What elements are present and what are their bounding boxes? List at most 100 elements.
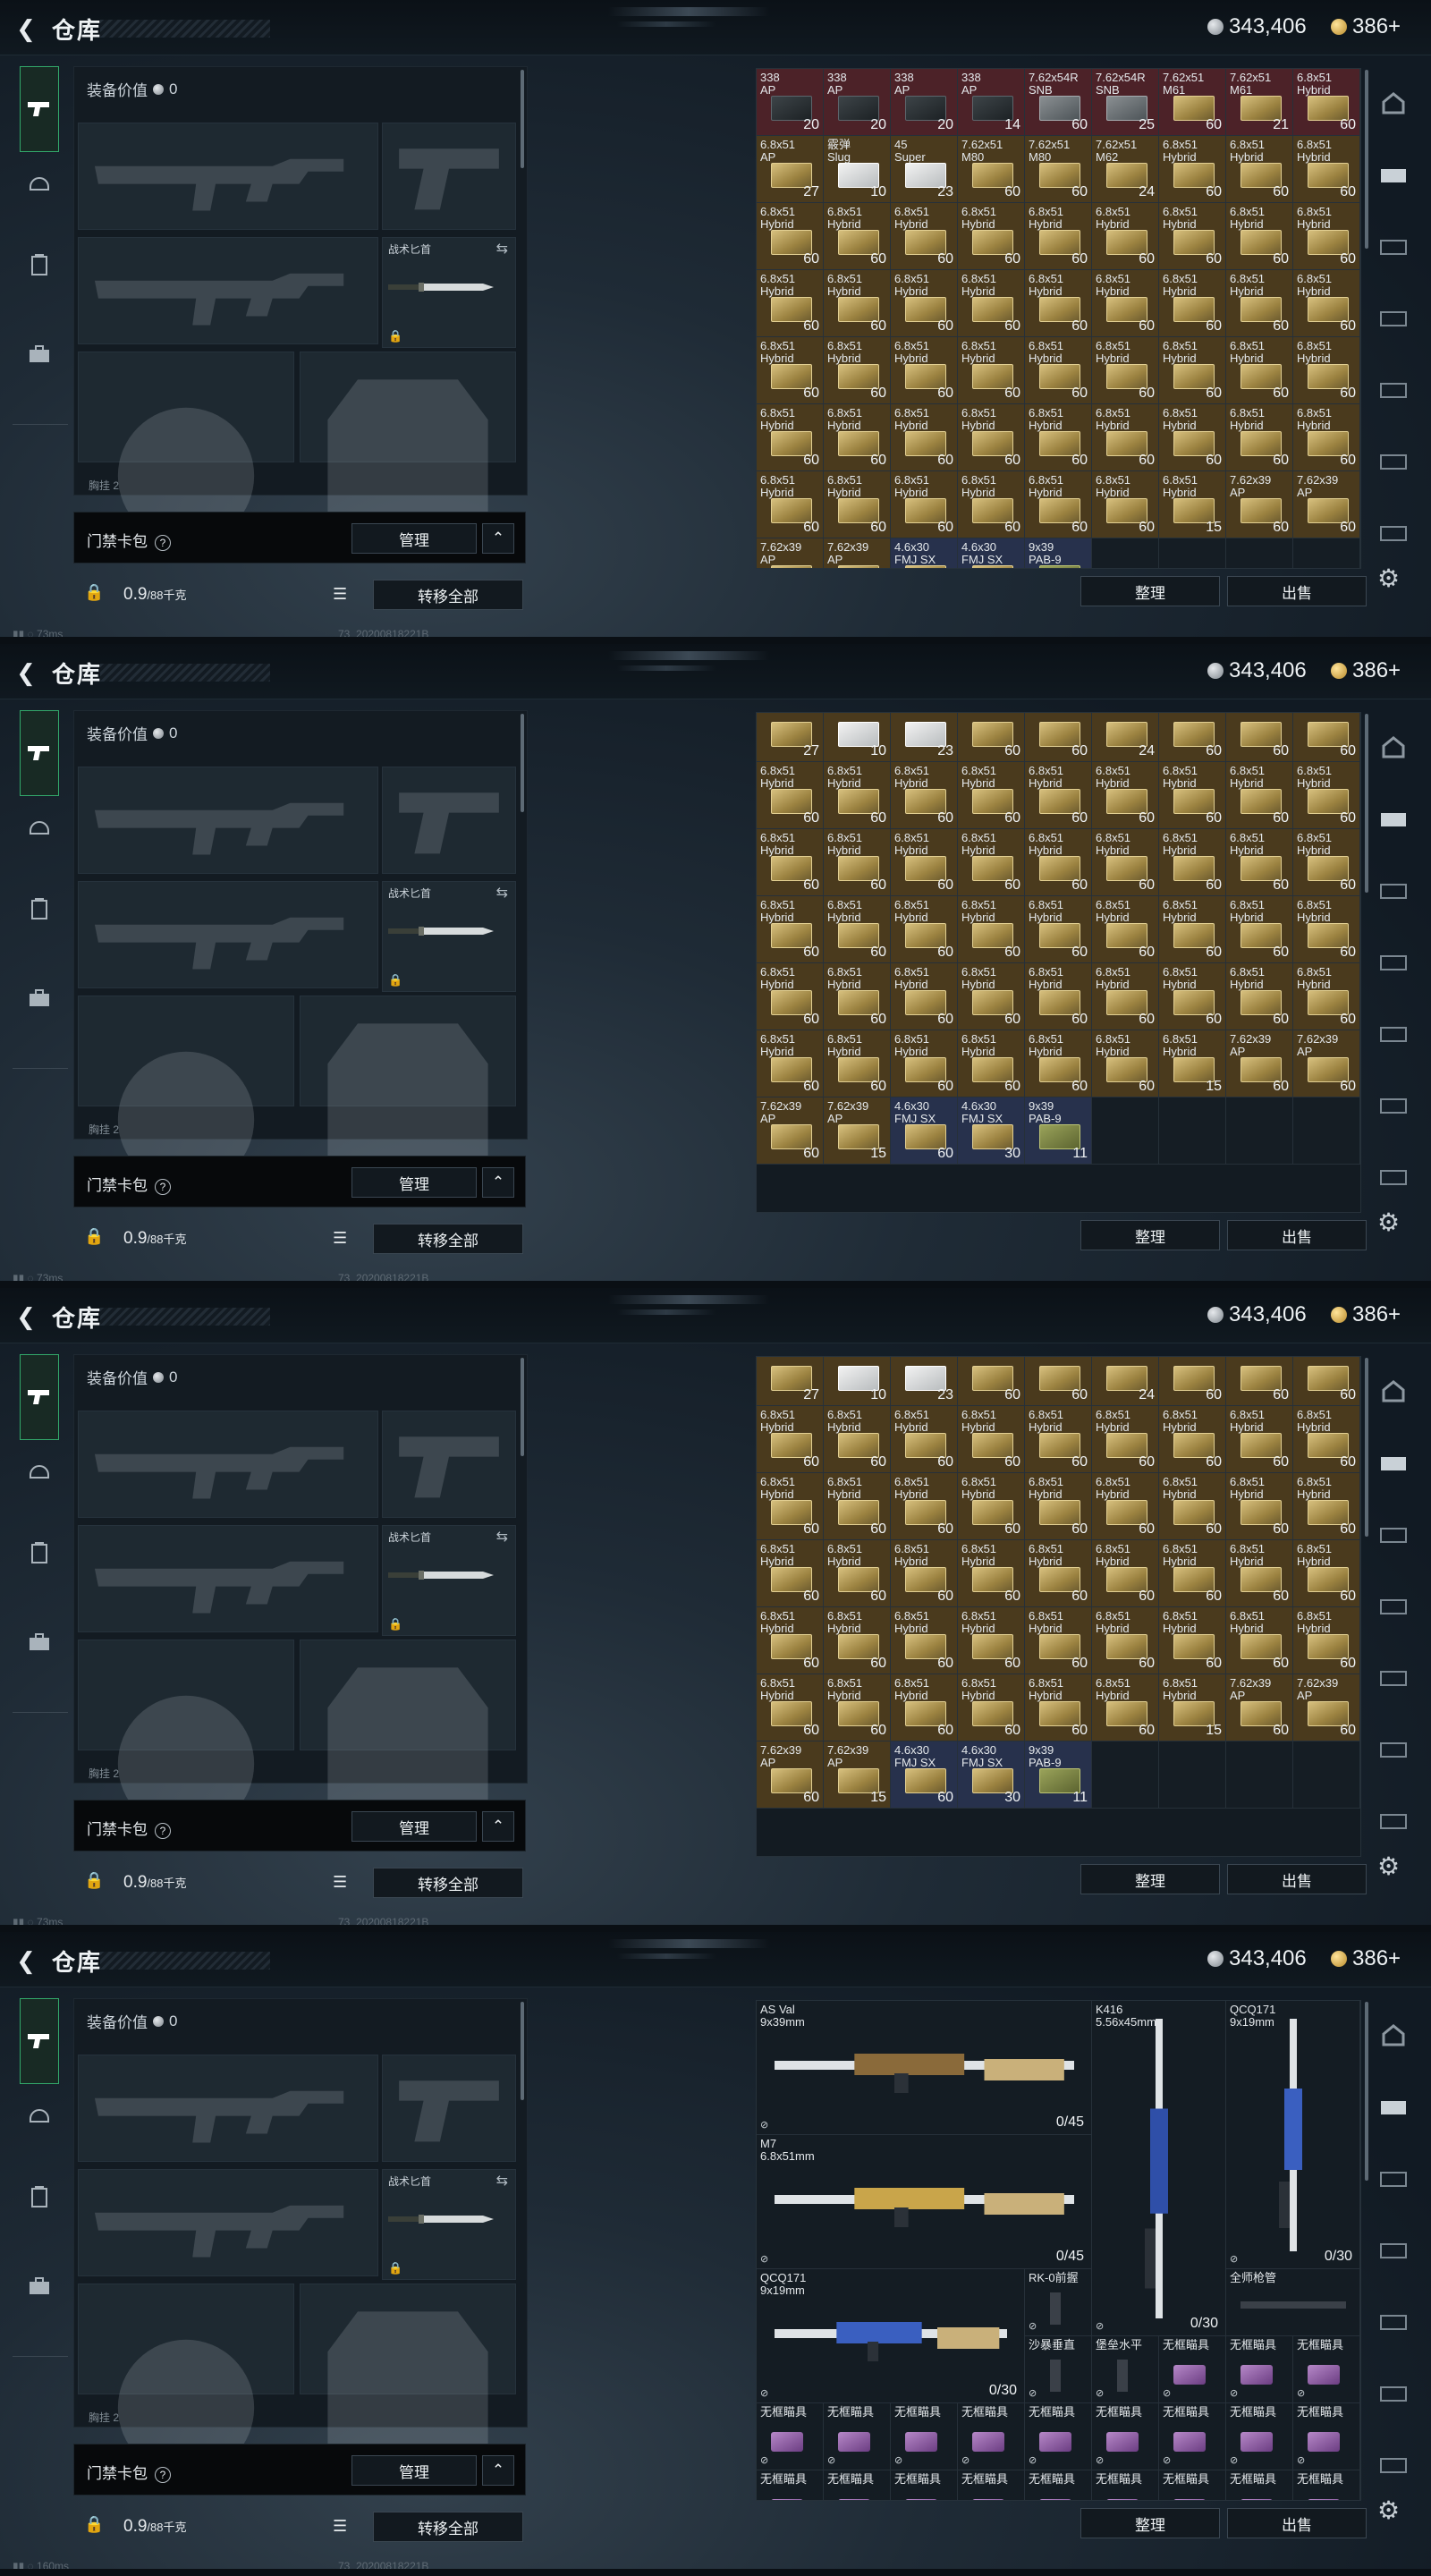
inventory-cell[interactable]: 60 xyxy=(1293,713,1360,762)
inventory-cell[interactable]: 6.8x51 Hybrid 60 xyxy=(757,1030,824,1097)
inventory-cell[interactable]: 6.8x51 Hybrid 60 xyxy=(1025,337,1092,404)
inventory-cell[interactable]: 6.8x51 Hybrid 60 xyxy=(1293,963,1360,1030)
inventory-cell[interactable]: 6.8x51 Hybrid 60 xyxy=(1293,1607,1360,1674)
tab-storage-4[interactable] xyxy=(1377,376,1410,402)
left-scrollbar[interactable] xyxy=(521,1358,524,1456)
tab-storage-6[interactable] xyxy=(1377,1163,1410,1190)
inventory-cell[interactable]: 6.8x51 Hybrid 60 xyxy=(1025,896,1092,963)
inventory-cell[interactable]: 6.8x51 Hybrid 60 xyxy=(891,1607,958,1674)
tab-home[interactable] xyxy=(1377,733,1410,760)
weapon-asval[interactable]: AS Val 9x39mm 0/45 ⊘ xyxy=(757,2001,1092,2135)
tab-storage-3[interactable] xyxy=(1377,304,1410,331)
attachment-sight[interactable]: 无框瞄具⊘ xyxy=(1293,2403,1360,2470)
attachment-sight[interactable]: 无框瞄具⊘ xyxy=(757,2403,824,2470)
attachment-rk0[interactable]: RK-0前握 ⊘ xyxy=(1025,2269,1092,2336)
inventory-cell[interactable]: 6.8x51 Hybrid 60 xyxy=(1293,1406,1360,1473)
back-arrow-icon[interactable]: ❮ xyxy=(13,660,39,685)
attachment-sight[interactable]: 无框瞄具⊘ xyxy=(1293,2470,1360,2500)
attachment-sight[interactable]: 无框瞄具⊘ xyxy=(958,2403,1025,2470)
inventory-cell[interactable] xyxy=(1092,1097,1159,1165)
tab-home[interactable] xyxy=(1377,2021,1410,2048)
inventory-cell[interactable]: 6.8x51 Hybrid 60 xyxy=(1092,1674,1159,1741)
inventory-cell[interactable]: 60 xyxy=(1226,713,1293,762)
secondary-weapon-slot[interactable] xyxy=(78,237,378,344)
inventory-cell[interactable]: 6.8x51 Hybrid 60 xyxy=(1226,337,1293,404)
transfer-all-button[interactable]: 转移全部 xyxy=(373,1868,523,1898)
swap-icon[interactable]: ⇆ xyxy=(496,884,508,902)
nav-weapons[interactable] xyxy=(20,710,59,796)
inventory-cell[interactable]: 6.8x51 Hybrid 60 xyxy=(1025,404,1092,471)
inventory-cell[interactable]: 4.6x30 FMJ SX xyxy=(958,538,1025,568)
tab-storage-5[interactable] xyxy=(1377,2379,1410,2406)
inventory-cell[interactable]: 6.8x51 Hybrid 60 xyxy=(1159,896,1226,963)
gold-currency[interactable]: 386+ xyxy=(1331,14,1401,39)
helmet-slot[interactable] xyxy=(78,996,294,1189)
sell-button[interactable]: 出售 xyxy=(1227,1864,1367,1894)
inventory-cell[interactable]: 7.62x39 AP xyxy=(824,538,891,568)
inventory-cell[interactable]: 6.8x51 Hybrid 60 xyxy=(824,829,891,896)
inventory-cell[interactable]: 6.8x51 Hybrid 60 xyxy=(1159,203,1226,270)
weapon-qcq171-a[interactable]: QCQ171 9x19mm 0/30 ⊘ xyxy=(1226,2001,1360,2269)
primary-weapon-slot[interactable] xyxy=(78,123,378,230)
attachment-sight[interactable]: 无框瞄具⊘ xyxy=(891,2470,958,2500)
inventory-cell[interactable]: 6.8x51 Hybrid 60 xyxy=(1025,1607,1092,1674)
armor-slot[interactable] xyxy=(300,352,516,540)
inventory-cell[interactable]: 6.8x51 Hybrid 60 xyxy=(1159,337,1226,404)
inventory-cell[interactable]: 6.8x51 Hybrid 60 xyxy=(1293,1540,1360,1607)
melee-slot[interactable]: 战术匕首 ⇆ 🔒 xyxy=(382,1525,516,1636)
left-scrollbar[interactable] xyxy=(521,2002,524,2100)
inventory-cell[interactable]: 6.8x51 Hybrid 60 xyxy=(958,1406,1025,1473)
attachment-sight[interactable]: 无框瞄具⊘ xyxy=(1293,2336,1360,2403)
inventory-cell[interactable]: 6.8x51 Hybrid 60 xyxy=(1293,829,1360,896)
inventory-cell[interactable]: 60 xyxy=(1025,713,1092,762)
inventory-cell[interactable]: 6.8x51 Hybrid 60 xyxy=(891,1030,958,1097)
tab-storage-5[interactable] xyxy=(1377,447,1410,474)
inventory-cell[interactable]: 6.8x51 Hybrid 60 xyxy=(757,1674,824,1741)
inventory-cell[interactable]: 6.8x51 Hybrid 60 xyxy=(757,963,824,1030)
inventory-cell[interactable]: 4.6x30 FMJ SX 30 xyxy=(958,1097,1025,1165)
sort-button[interactable]: 整理 xyxy=(1080,1220,1220,1250)
inventory-cell[interactable]: 27 xyxy=(757,1357,824,1406)
melee-slot[interactable]: 战术匕首 ⇆ 🔒 xyxy=(382,237,516,348)
inventory-cell[interactable]: 6.8x51 Hybrid 60 xyxy=(824,1030,891,1097)
list-icon[interactable]: ☰ xyxy=(333,2517,347,2536)
left-scrollbar[interactable] xyxy=(521,714,524,812)
inventory-cell[interactable]: 6.8x51 Hybrid 60 xyxy=(1159,762,1226,829)
inventory-cell[interactable]: 6.8x51 Hybrid 60 xyxy=(1092,896,1159,963)
inventory-cell[interactable]: 6.8x51 Hybrid 60 xyxy=(1226,203,1293,270)
primary-weapon-slot[interactable] xyxy=(78,2055,378,2162)
inventory-cell[interactable]: 6.8x51 Hybrid 60 xyxy=(1092,1607,1159,1674)
tab-storage-6[interactable] xyxy=(1377,2451,1410,2478)
tab-storage-1[interactable] xyxy=(1377,805,1410,832)
inventory-cell[interactable]: 60 xyxy=(958,713,1025,762)
manage-button[interactable]: 管理 xyxy=(351,523,477,554)
helmet-slot[interactable] xyxy=(78,1640,294,1833)
inventory-cell[interactable]: 6.8x51 Hybrid 60 xyxy=(1092,1473,1159,1540)
inventory-cell[interactable]: 10 xyxy=(824,1357,891,1406)
tab-storage-1[interactable] xyxy=(1377,161,1410,188)
inventory-cell[interactable]: 24 xyxy=(1092,713,1159,762)
inventory-cell[interactable]: 60 xyxy=(1159,713,1226,762)
inventory-cell[interactable]: 6.8x51 Hybrid 60 xyxy=(1092,1030,1159,1097)
inventory-cell[interactable]: 6.8x51 Hybrid 60 xyxy=(757,337,824,404)
inventory-cell[interactable]: 7.62x39 AP 15 xyxy=(824,1741,891,1809)
inventory-cell[interactable]: 23 xyxy=(891,713,958,762)
attachment-sight[interactable]: 无框瞄具⊘ xyxy=(1159,2336,1226,2403)
inventory-cell[interactable]: 6.8x51 Hybrid 60 xyxy=(824,1473,891,1540)
inventory-cell[interactable]: 6.8x51 Hybrid 60 xyxy=(958,1473,1025,1540)
inventory-cell[interactable]: 6.8x51 Hybrid 60 xyxy=(824,963,891,1030)
inventory-cell[interactable]: 6.8x51 Hybrid 60 xyxy=(891,1406,958,1473)
sort-button[interactable]: 整理 xyxy=(1080,1864,1220,1894)
inventory-cell[interactable]: 6.8x51 Hybrid 60 xyxy=(891,829,958,896)
inventory-cell[interactable]: 6.8x51 Hybrid 60 xyxy=(1159,1406,1226,1473)
tab-storage-5[interactable] xyxy=(1377,1091,1410,1118)
attachment-sight[interactable]: 无框瞄具⊘ xyxy=(1025,2470,1092,2500)
inventory-cell[interactable]: 60 xyxy=(1293,1357,1360,1406)
inventory-cell[interactable]: 6.8x51 Hybrid 60 xyxy=(1159,829,1226,896)
transfer-all-button[interactable]: 转移全部 xyxy=(373,580,523,610)
attachment-rail-vertical[interactable]: 沙暴垂直 ⊘ xyxy=(1025,2336,1092,2403)
tab-storage-4[interactable] xyxy=(1377,2308,1410,2334)
help-icon[interactable]: ? xyxy=(155,2467,171,2483)
tab-storage-2[interactable] xyxy=(1377,877,1410,903)
inventory-cell[interactable]: 6.8x51 Hybrid 60 xyxy=(1226,762,1293,829)
